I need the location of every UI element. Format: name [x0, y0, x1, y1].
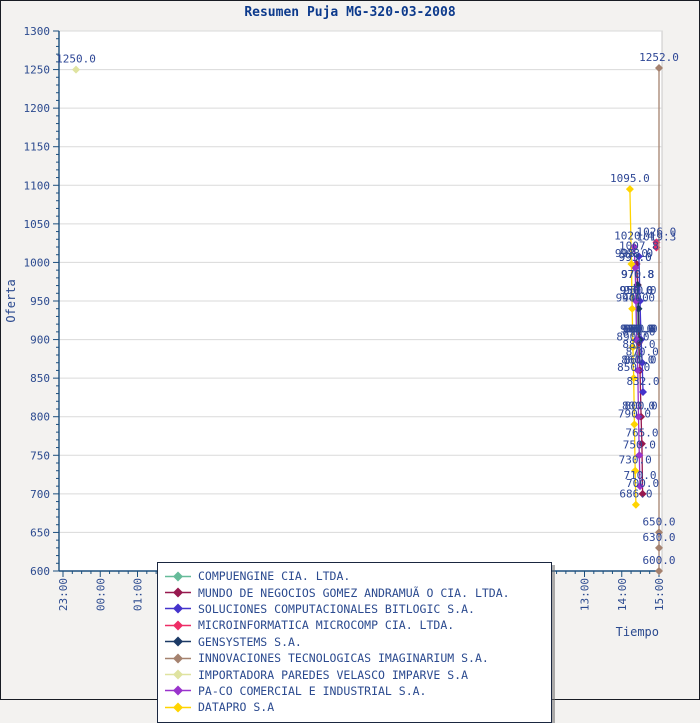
y-tick-label: 750	[30, 449, 50, 462]
series-marker-icon	[165, 636, 191, 647]
legend-label: INNOVACIONES TECNOLOGICAS IMAGINARIUM S.…	[198, 651, 489, 665]
y-tick-label: 900	[30, 334, 50, 347]
y-tick-label: 850	[30, 372, 50, 385]
legend-label: COMPUENGINE CIA. LTDA.	[198, 569, 350, 583]
y-axis-title: Oferta	[4, 279, 18, 322]
y-tick-label: 950	[30, 295, 50, 308]
point-value-label: 650.0	[642, 515, 675, 528]
series-marker-icon	[165, 653, 191, 664]
x-tick-label: 23:00	[57, 578, 70, 611]
point-value-label: 600.0	[642, 554, 675, 567]
point-value-label: 1250.0	[56, 53, 96, 66]
legend-item: PA-CO COMERCIAL E INDUSTRIAL S.A.	[165, 683, 551, 699]
y-tick-label: 1100	[24, 179, 51, 192]
legend-item: MUNDO DE NEGOCIOS GOMEZ ANDRAMUÃ O CIA. …	[165, 584, 551, 600]
legend-item: DATAPRO S.A	[165, 699, 551, 715]
y-tick-label: 1000	[24, 256, 51, 269]
point-value-label: 686.0	[619, 488, 652, 501]
legend-item: GENSYSTEMS S.A.	[165, 634, 551, 650]
point-value-label: 790.0	[618, 407, 651, 420]
legend-item: IMPORTADORA PAREDES VELASCO IMPARVE S.A	[165, 666, 551, 682]
series-marker-icon	[165, 587, 191, 598]
legend-item: INNOVACIONES TECNOLOGICAS IMAGINARIUM S.…	[165, 650, 551, 666]
x-axis-title: Tiempo	[616, 625, 659, 639]
y-tick-label: 650	[30, 526, 50, 539]
point-value-label: 850.0	[617, 361, 650, 374]
point-value-label: 970.8	[621, 268, 654, 281]
series-marker-icon	[165, 571, 191, 582]
x-tick-label: 13:00	[579, 578, 592, 611]
series-marker-icon	[165, 669, 191, 680]
legend-label: IMPORTADORA PAREDES VELASCO IMPARVE S.A	[198, 668, 468, 682]
point-value-label: 630.0	[642, 531, 675, 544]
point-value-label: 1095.0	[610, 172, 650, 185]
point-value-label: 730.0	[619, 454, 652, 467]
y-tick-label: 1050	[24, 218, 51, 231]
x-tick-label: 00:00	[94, 578, 107, 611]
series-marker-icon	[165, 685, 191, 696]
series-marker-icon	[165, 603, 191, 614]
point-value-label: 890.0	[616, 330, 649, 343]
series-marker-icon	[165, 620, 191, 631]
point-value-label: 710.0	[623, 469, 656, 482]
y-tick-label: 700	[30, 488, 50, 501]
y-tick-label: 1200	[24, 102, 51, 115]
point-value-label: 940.0	[616, 292, 649, 305]
legend-label: MICROINFORMATICA MICROCOMP CIA. LTDA.	[198, 618, 454, 632]
x-tick-label: 15:00	[653, 578, 666, 611]
legend-label: DATAPRO S.A	[198, 700, 274, 714]
y-tick-label: 1250	[24, 64, 51, 77]
y-tick-label: 1300	[24, 25, 51, 38]
chart-window: Resumen Puja MG-320-03-2008 600650700750…	[0, 0, 700, 700]
point-value-label: 750.0	[623, 438, 656, 451]
point-value-label: 1252.0	[639, 51, 679, 64]
x-tick-label: 14:00	[616, 578, 629, 611]
legend-item: MICROINFORMATICA MICROCOMP CIA. LTDA.	[165, 617, 551, 633]
series-marker-icon	[165, 702, 191, 713]
y-tick-label: 1150	[24, 141, 51, 154]
legend-item: SOLUCIONES COMPUTACIONALES BITLOGIC S.A.	[165, 601, 551, 617]
point-value-label: 998.0	[615, 247, 648, 260]
point-value-label: 1020.4	[614, 230, 654, 243]
y-tick-label: 600	[30, 565, 50, 578]
legend-label: GENSYSTEMS S.A.	[198, 635, 302, 649]
point-value-label: 832.0	[626, 375, 659, 388]
y-tick-label: 800	[30, 411, 50, 424]
legend-label: SOLUCIONES COMPUTACIONALES BITLOGIC S.A.	[198, 602, 475, 616]
legend-item: COMPUENGINE CIA. LTDA.	[165, 568, 551, 584]
legend-label: PA-CO COMERCIAL E INDUSTRIAL S.A.	[198, 684, 426, 698]
legend: COMPUENGINE CIA. LTDA. MUNDO DE NEGOCIOS …	[157, 562, 552, 723]
x-tick-label: 01:00	[132, 578, 145, 611]
legend-label: MUNDO DE NEGOCIOS GOMEZ ANDRAMUÃ O CIA. …	[198, 586, 510, 600]
